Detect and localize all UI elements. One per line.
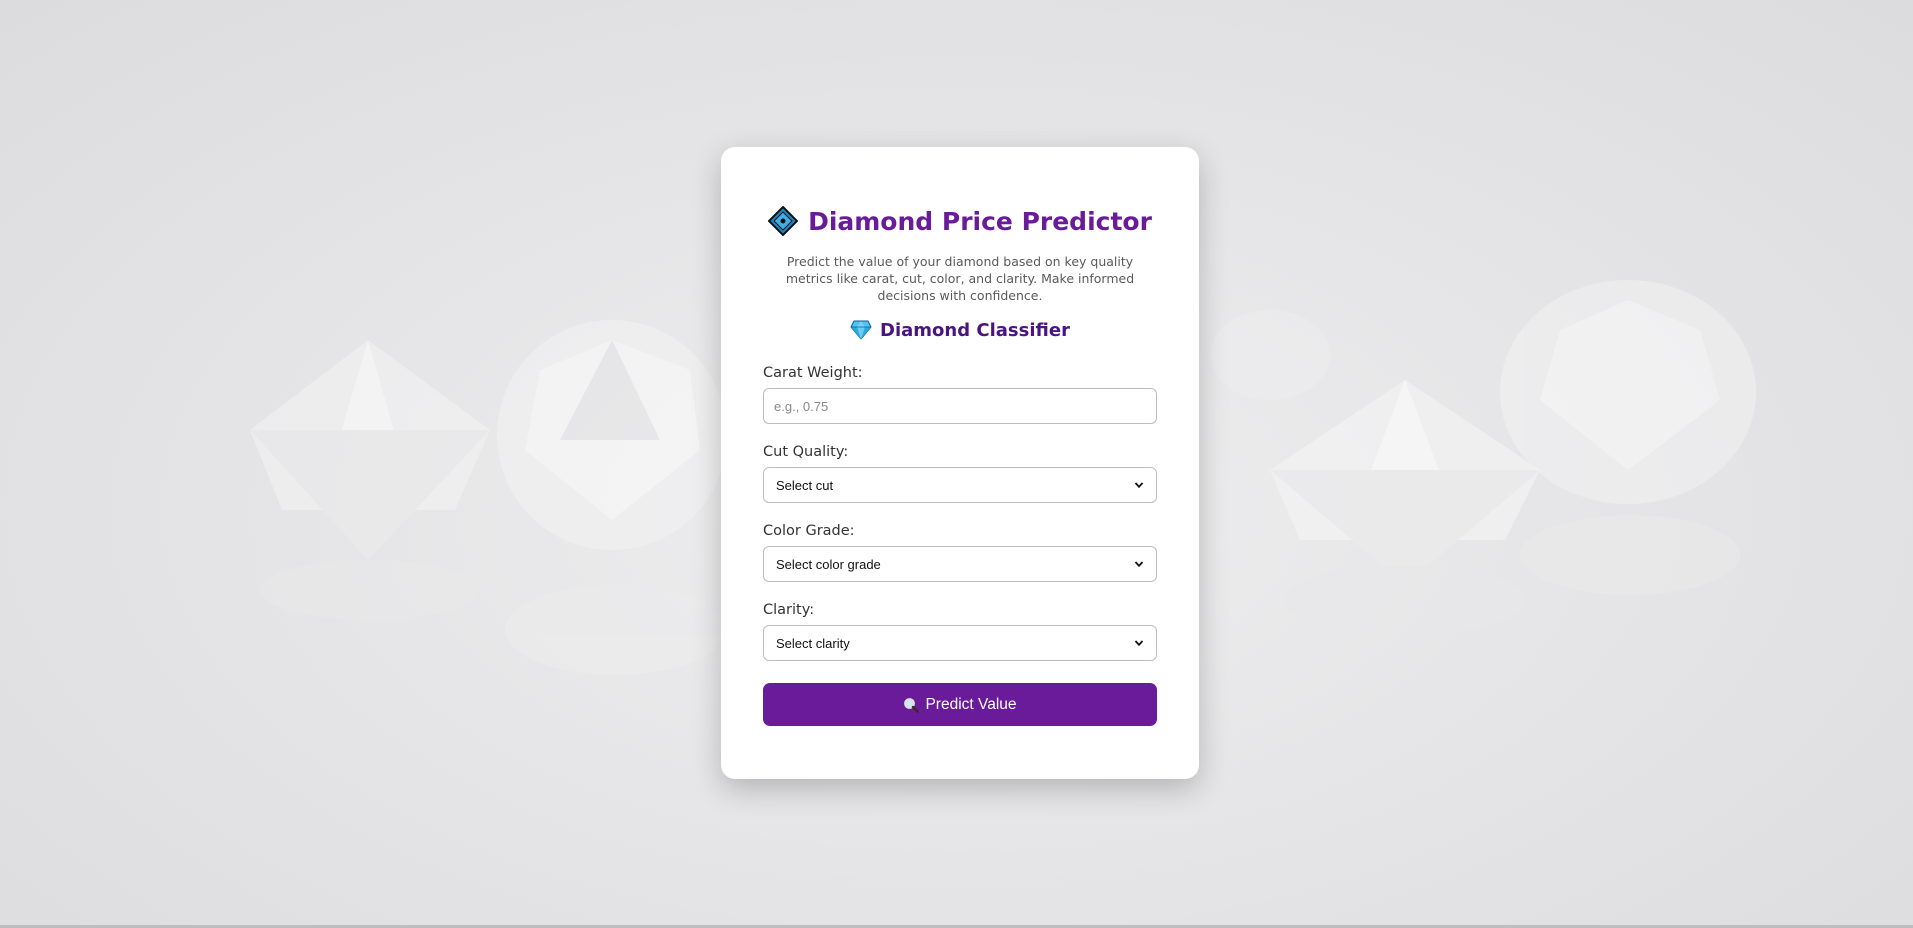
page-title: Diamond Price Predictor: [808, 206, 1152, 236]
chevron-down-icon: [1134, 482, 1144, 489]
title-row: Diamond Price Predictor: [763, 203, 1157, 239]
predictor-card: Diamond Price Predictor Predict the valu…: [721, 147, 1199, 779]
section-subtitle: Diamond Classifier: [880, 319, 1070, 341]
color-label: Color Grade:: [763, 523, 855, 539]
carat-input[interactable]: [763, 388, 1157, 424]
carat-label: Carat Weight:: [763, 365, 863, 381]
predict-value-button[interactable]: Predict Value: [763, 683, 1157, 726]
color-select-value: Select color grade: [776, 556, 881, 572]
gem-icon: [850, 320, 872, 340]
clarity-select[interactable]: Select clarity: [763, 625, 1157, 661]
color-select[interactable]: Select color grade: [763, 546, 1157, 582]
magnifier-icon: [904, 697, 920, 713]
diamond-shape-icon: [768, 206, 799, 236]
page-description: Predict the value of your diamond based …: [785, 254, 1135, 303]
subtitle-row: Diamond Classifier: [763, 317, 1157, 343]
chevron-down-icon: [1134, 561, 1144, 568]
cut-select[interactable]: Select cut: [763, 467, 1157, 503]
predict-button-label: Predict Value: [925, 695, 1017, 713]
clarity-label: Clarity:: [763, 602, 815, 618]
cut-label: Cut Quality:: [763, 444, 849, 460]
cut-select-value: Select cut: [776, 477, 834, 493]
clarity-select-value: Select clarity: [776, 635, 850, 651]
chevron-down-icon: [1134, 640, 1144, 647]
